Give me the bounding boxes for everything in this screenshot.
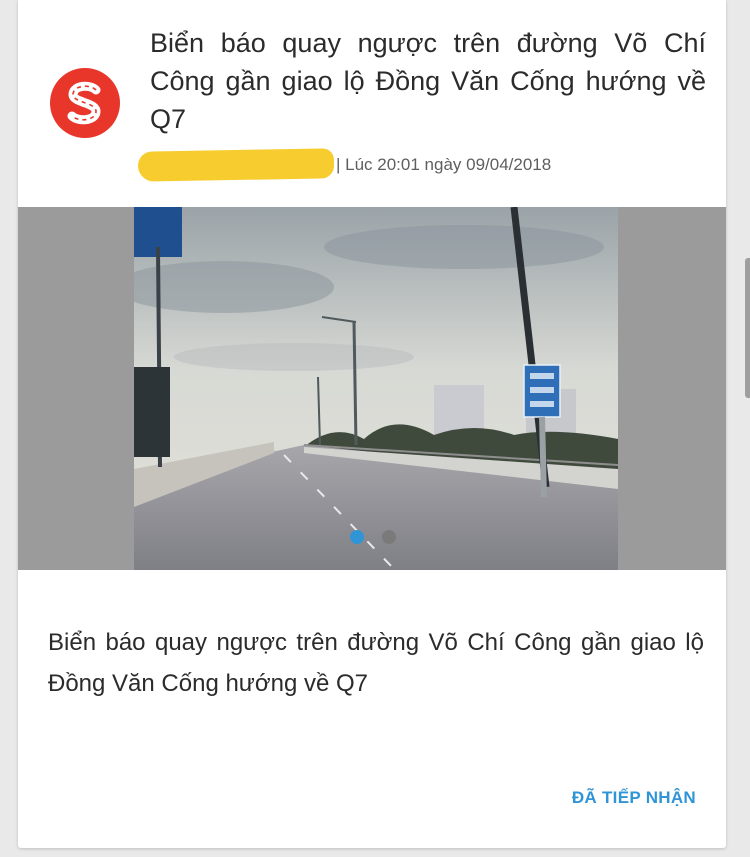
carousel-dot[interactable] — [382, 530, 396, 544]
report-photo[interactable] — [134, 207, 618, 570]
redacted-author-mark — [137, 148, 335, 182]
carousel-indicators[interactable] — [350, 530, 396, 544]
report-timestamp: | Lúc 20:01 ngày 09/04/2018 — [336, 155, 552, 174]
acknowledged-button[interactable]: ĐÃ TIẾP NHẬN — [572, 788, 696, 808]
road-sign-photo — [134, 207, 618, 570]
report-title: Biển báo quay ngược trên đường Võ Chí Cô… — [150, 28, 706, 134]
report-card: Biển báo quay ngược trên đường Võ Chí Cô… — [18, 0, 726, 848]
carousel-dot[interactable] — [350, 530, 364, 544]
app-logo-icon — [50, 68, 120, 138]
image-carousel[interactable] — [18, 207, 726, 570]
scrollbar-thumb[interactable] — [745, 258, 750, 398]
s-road-logo-icon — [67, 81, 101, 125]
meta-row: | Lúc 20:01 ngày 09/04/2018 — [137, 148, 718, 182]
report-caption: Biển báo quay ngược trên đường Võ Chí Cô… — [48, 629, 704, 697]
